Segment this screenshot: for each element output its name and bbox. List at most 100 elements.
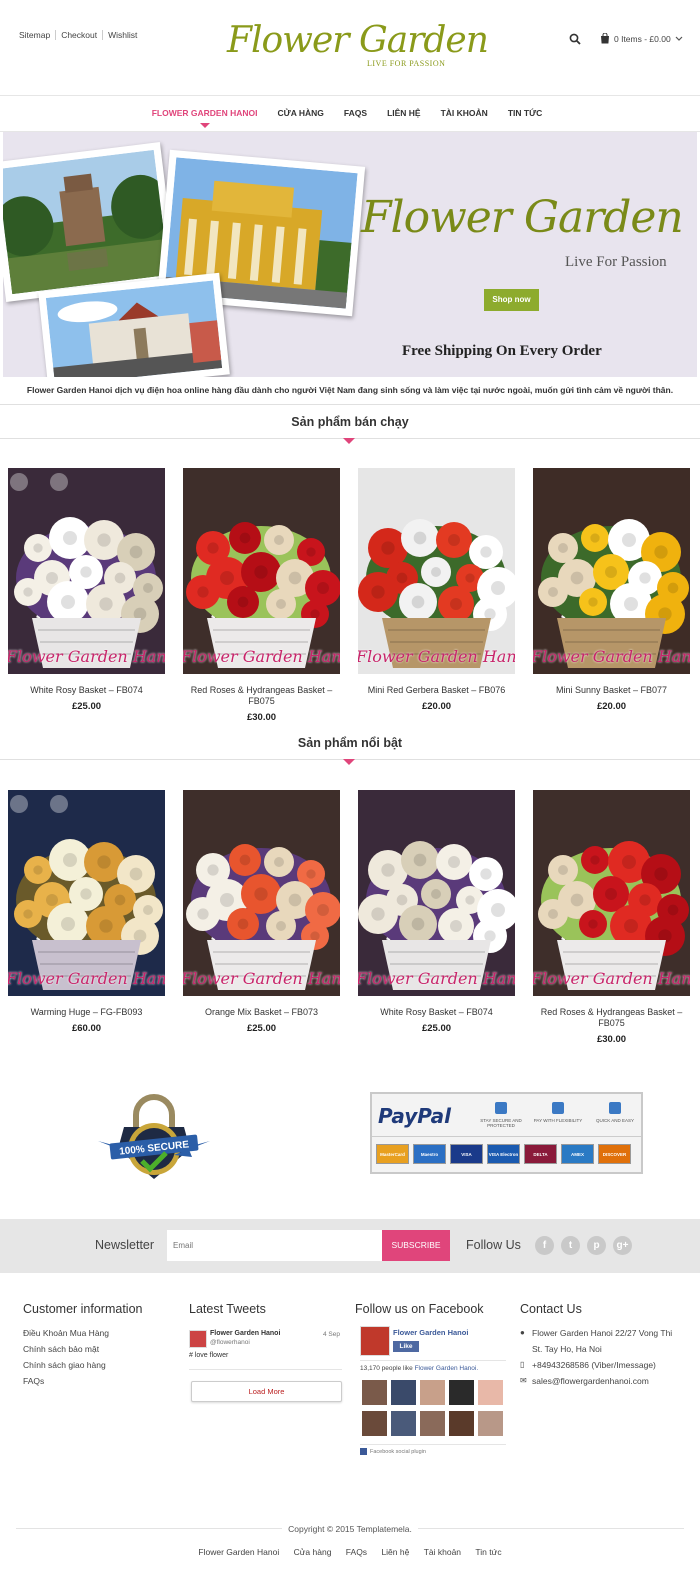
product-image[interactable]: Flower Garden Hanoi [183,468,340,674]
product-card[interactable]: Flower Garden Hanoi White Rosy Basket – F… [358,790,515,1034]
product-card[interactable]: Flower Garden Hanoi Red Roses & Hydrangea… [183,468,340,723]
nav-item-account[interactable]: TÀI KHOẢN [431,108,498,118]
contact-phone[interactable]: ▯ +84943268586 (Viber/Imessage) [520,1357,680,1373]
facebook-fan-avatar[interactable] [420,1380,445,1405]
product-price: £25.00 [421,1023,452,1034]
product-name[interactable]: White Rosy Basket – FB074 [8,685,165,696]
load-more-button[interactable]: Load More [191,1381,342,1402]
product-image[interactable]: Flower Garden Hanoi [358,790,515,996]
facebook-widget: Flower Garden Hanoi Like 13,170 people l… [360,1326,506,1456]
product-image[interactable]: Flower Garden Hanoi [8,790,165,996]
envelope-icon: ✉ [520,1376,527,1385]
facebook-fan-avatar[interactable] [449,1411,474,1436]
product-image[interactable]: Flower Garden Hanoi [183,790,340,996]
product-card[interactable]: Flower Garden Hanoi Mini Sunny Basket – F… [533,468,690,712]
facebook-fan-avatar[interactable] [478,1411,503,1436]
facebook-fan-avatar[interactable] [362,1380,387,1405]
facebook-fan-avatar[interactable] [478,1380,503,1405]
product-image[interactable]: Flower Garden Hanoi [358,468,515,674]
product-card[interactable]: Flower Garden Hanoi Orange Mix Basket – F… [183,790,340,1034]
card-icon [552,1102,564,1114]
section-divider [0,404,700,405]
paypal-feature-quick: QUICK AND EASY [590,1100,640,1134]
facebook-fan-avatar[interactable] [420,1411,445,1436]
google-plus-icon[interactable]: g+ [613,1236,632,1255]
product-name[interactable]: Mini Red Gerbera Basket – FB076 [358,685,515,696]
product-card[interactable]: Flower Garden Hanoi White Rosy Basket – F… [8,468,165,712]
sitemap-link[interactable]: Sitemap [19,30,55,40]
tweet-date: 4 Sep [323,1331,340,1338]
facebook-fan-avatar[interactable] [391,1411,416,1436]
pinterest-icon[interactable]: p [587,1236,606,1255]
footer-link-faqs[interactable]: FAQs [23,1373,143,1389]
product-image[interactable]: Flower Garden Hanoi [533,468,690,674]
site-logo[interactable]: Flower Garden LIVE FOR PASSION [225,16,489,72]
facebook-fan-avatar[interactable] [391,1380,416,1405]
hero-banner[interactable]: Flower Garden Live For Passion Shop now … [3,132,697,377]
shop-now-button[interactable]: Shop now [484,289,539,311]
product-price: £30.00 [246,712,277,723]
facebook-icon[interactable]: f [535,1236,554,1255]
product-name[interactable]: Warming Huge – FG-FB093 [8,1007,165,1018]
footer-nav-shop[interactable]: Cửa hàng [294,1547,332,1557]
tweet-author[interactable]: Flower Garden Hanoi [210,1330,280,1337]
nav-item-shop[interactable]: CỬA HÀNG [268,108,334,118]
product-image-art [358,790,515,996]
product-name[interactable]: Red Roses & Hydrangeas Basket – FB075 [533,1007,690,1029]
checkout-link[interactable]: Checkout [55,30,102,40]
product-card[interactable]: Flower Garden Hanoi Warming Huge – FG-FB0… [8,790,165,1034]
facebook-small-icon [360,1448,367,1455]
cart-summary[interactable]: 0 Items - £0.00 [600,33,683,44]
newsletter-label: Newsletter [95,1238,155,1252]
facebook-fan-avatar[interactable] [362,1411,387,1436]
facebook-page-name[interactable]: Flower Garden Hanoi [393,1328,468,1337]
product-card[interactable]: Flower Garden Hanoi Mini Red Gerbera Bask… [358,468,515,712]
footer-nav-news[interactable]: Tin tức [475,1547,501,1557]
footer-nav-account[interactable]: Tài khoản [424,1547,461,1557]
banner-title: Flower Garden [361,192,684,243]
product-name[interactable]: White Rosy Basket – FB074 [358,1007,515,1018]
wishlist-icon[interactable] [50,795,68,813]
facebook-plugin-label: Facebook social plugin [360,1448,426,1455]
product-name[interactable]: Mini Sunny Basket – FB077 [533,685,690,696]
nav-item-faqs[interactable]: FAQS [334,108,377,118]
quick-view-icon[interactable] [10,473,28,491]
product-image[interactable]: Flower Garden Hanoi [8,468,165,674]
facebook-page-avatar[interactable] [360,1326,390,1356]
newsletter-email-input[interactable] [167,1230,382,1261]
quick-view-icon[interactable] [10,795,28,813]
product-name[interactable]: Red Roses & Hydrangeas Basket – FB075 [183,685,340,707]
product-watermark: Flower Garden Hanoi [533,647,690,666]
tweets-title: Latest Tweets [189,1302,266,1316]
paypal-badge: PayPal STAY SECURE AND PROTECTED PAY WIT… [370,1092,643,1174]
tweet-avatar[interactable] [189,1330,207,1348]
facebook-like-button[interactable]: Like [393,1341,419,1352]
contact-email[interactable]: ✉ sales@flowergardenhanoi.com [520,1373,680,1389]
footer-nav-home[interactable]: Flower Garden Hanoi [198,1547,279,1557]
secure-badge: 100% SECURE [98,1094,210,1179]
nav-item-news[interactable]: TIN TỨC [498,108,552,118]
copyright: Copyright © 2015 Templatemela. [0,1524,700,1534]
footer-nav-contact[interactable]: Liên hệ [381,1547,409,1557]
chevron-down-icon [675,36,683,41]
wishlist-icon[interactable] [50,473,68,491]
facebook-fan-avatar[interactable] [449,1380,474,1405]
nav-item-contact[interactable]: LIÊN HỆ [377,108,431,118]
paypal-logo: PayPal [378,1104,452,1128]
footer-link-shipping[interactable]: Chính sách giao hàng [23,1357,143,1373]
lock-icon [495,1102,507,1114]
product-name[interactable]: Orange Mix Basket – FB073 [183,1007,340,1018]
search-icon[interactable] [569,33,581,45]
twitter-icon[interactable]: t [561,1236,580,1255]
subscribe-button[interactable]: SUBSCRIBE [382,1230,450,1261]
product-watermark: Flower Garden Hanoi [8,969,165,988]
footer-nav-faqs[interactable]: FAQs [346,1547,367,1557]
product-card[interactable]: Flower Garden Hanoi Red Roses & Hydrangea… [533,790,690,1045]
product-price: £20.00 [596,701,627,712]
wishlist-link[interactable]: Wishlist [102,30,142,40]
nav-item-home[interactable]: FLOWER GARDEN HANOI [142,108,268,128]
footer-link-privacy[interactable]: Chính sách bảo mật [23,1341,143,1357]
product-image-art [183,468,340,674]
footer-link-terms[interactable]: Điều Khoản Mua Hàng [23,1325,143,1341]
product-image[interactable]: Flower Garden Hanoi [533,790,690,996]
